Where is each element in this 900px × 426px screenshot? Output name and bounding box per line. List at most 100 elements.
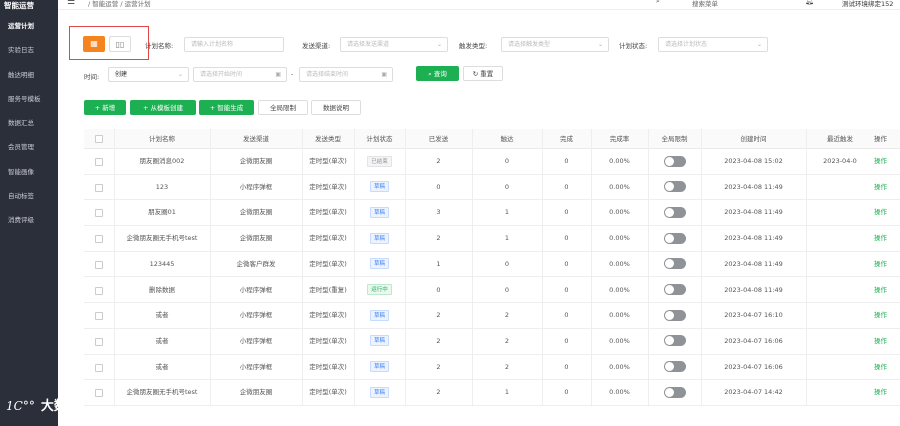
select-all-checkbox[interactable]: [95, 135, 103, 143]
end-time-input[interactable]: 请选择结束时间 ▣: [299, 67, 393, 82]
column-header: 发送类型: [315, 135, 341, 143]
global-limit-toggle[interactable]: [663, 361, 686, 373]
reset-button-label: 重置: [480, 70, 494, 78]
table-row[interactable]: 或者 小程序弹框 定时型(单次) 草稿 2 2 0 0.00% 2023-04-07 16:10…: [84, 303, 900, 329]
global-limit-toggle[interactable]: [663, 284, 686, 295]
operation-link[interactable]: 操作: [874, 183, 887, 191]
operation-link[interactable]: 操作: [874, 286, 887, 294]
operation-link[interactable]: 操作: [874, 311, 887, 319]
plan-name-input[interactable]: 请输入计划名称: [184, 37, 284, 52]
calendar-icon: ▣: [381, 71, 387, 78]
channel-cell: 小程序弹框: [239, 285, 273, 294]
row-checkbox[interactable]: [95, 183, 103, 192]
channel-cell: 小程序弹框: [239, 336, 273, 345]
table-row[interactable]: 企微朋友圈无手机号test 企微朋友圈 定时型(单次) 草稿 2 1 0 0.00% 2023-…: [84, 380, 900, 406]
rate-cell: 0.00%: [609, 259, 630, 268]
sidebar-item[interactable]: 消费评级: [0, 208, 58, 232]
global-limit-toggle[interactable]: [663, 258, 686, 270]
time-type-select[interactable]: 创建 ⌄: [108, 67, 189, 82]
card-view-button[interactable]: ▯▯: [109, 36, 131, 52]
reach-cell: 0: [504, 259, 510, 268]
sidebar-item[interactable]: 触达明细: [0, 63, 58, 87]
sidebar-item[interactable]: 数据汇总: [0, 111, 58, 135]
sidebar-item[interactable]: 实验日志: [0, 38, 58, 62]
query-button[interactable]: ⌕ 查询: [416, 66, 459, 81]
operation-link[interactable]: 操作: [874, 208, 887, 216]
column-divider: [591, 129, 592, 406]
column-header: 已发送: [428, 135, 449, 143]
table-view-button[interactable]: ▦: [83, 36, 105, 52]
channel-select[interactable]: 请选择发送渠道 ⌄: [340, 37, 448, 52]
row-checkbox[interactable]: [95, 260, 103, 269]
sidebar-item[interactable]: 自动标签: [0, 184, 58, 208]
time-range-separator: -: [291, 70, 294, 78]
done-cell: 0: [564, 208, 569, 217]
rate-cell: 0.00%: [609, 285, 630, 294]
table-row[interactable]: 朋友圈消息002 企微朋友圈 定时型(单次) 已结束 2 0 0 0.00% 2023-04-0…: [84, 149, 900, 175]
start-time-input[interactable]: 请选择开始时间 ▣: [193, 67, 287, 82]
global-limit-toggle[interactable]: [663, 206, 686, 218]
table-row[interactable]: 企微朋友圈无手机号test 企微朋友圈 定时型(单次) 草稿 2 1 0 0.00% 2023-…: [84, 226, 900, 252]
operation-link[interactable]: 操作: [874, 337, 887, 345]
table-row[interactable]: 朋友圈01 企微朋友圈 定时型(单次) 草稿 3 1 0 0.00% 2023-04-08 11…: [84, 200, 900, 227]
operation-link[interactable]: 操作: [874, 363, 887, 371]
operation-link[interactable]: 操作: [874, 388, 887, 396]
chevron-down-icon: ⌄: [756, 41, 762, 48]
search-icon[interactable]: ⌕: [656, 0, 660, 6]
channel-cell: 企微朋友圈: [239, 234, 273, 243]
reach-cell: 0: [504, 285, 510, 294]
row-checkbox[interactable]: [95, 337, 103, 346]
table-row[interactable]: 或者 小程序弹框 定时型(单次) 草稿 2 2 0 0.00% 2023-04-07 16:06…: [84, 355, 900, 381]
sidebar-item[interactable]: 运营计划: [0, 14, 58, 38]
global-limit-toggle[interactable]: [663, 232, 686, 244]
table-row[interactable]: 删除数据 小程序弹框 定时型(重复) 运行中 0 0 0 0.00% 2023-04-08 11…: [84, 278, 900, 304]
menu-fold-icon[interactable]: ☰: [67, 0, 75, 7]
plan-status-placeholder: 请选择计划状态: [665, 41, 708, 48]
data-explain-button[interactable]: 数据说明: [311, 100, 361, 115]
created-cell: 2023-04-08 15:02: [724, 157, 783, 165]
plan-status-select[interactable]: 请选择计划状态 ⌄: [658, 37, 768, 52]
table-row[interactable]: 或者 小程序弹框 定时型(单次) 草稿 2 2 0 0.00% 2023-04-07 16:06…: [84, 329, 900, 355]
reset-button[interactable]: ↻ 重置: [463, 66, 503, 81]
row-checkbox[interactable]: [95, 158, 103, 166]
global-limit-toggle[interactable]: [663, 309, 686, 321]
user-account[interactable]: 测试环境绑定152: [842, 0, 893, 8]
type-cell: 定时型(单次): [309, 208, 347, 217]
sent-cell: 1: [436, 259, 441, 268]
column-divider: [648, 129, 649, 406]
global-limit-cell: [648, 355, 701, 380]
global-limit-toggle[interactable]: [663, 335, 686, 347]
add-button[interactable]: + 新增: [84, 100, 126, 115]
sidebar-item[interactable]: 会员管理: [0, 135, 58, 159]
row-checkbox[interactable]: [95, 209, 103, 218]
global-limit-toggle[interactable]: [663, 181, 686, 193]
global-limit-button[interactable]: 全局限制: [258, 100, 308, 115]
channel-placeholder: 请选择发送渠道: [347, 41, 390, 48]
row-checkbox[interactable]: [95, 389, 103, 398]
menu-search[interactable]: 搜索菜单: [692, 0, 718, 8]
table-row[interactable]: 123 小程序弹框 定时型(单次) 草稿 0 0 0 0.00% 2023-04-08 11:4…: [84, 175, 900, 201]
column-header: 操作: [874, 135, 887, 143]
bell-icon[interactable]: 🔔︎: [805, 0, 814, 5]
created-cell: 2023-04-08 11:49: [724, 234, 783, 243]
table-row[interactable]: 123445 企微客户群发 定时型(单次) 草稿 1 0 0 0.00% 2023-04-08 …: [84, 252, 900, 278]
created-cell: 2023-04-07 16:06: [724, 362, 783, 371]
operation-link[interactable]: 操作: [874, 157, 887, 165]
row-checkbox[interactable]: [95, 286, 103, 295]
sidebar-item[interactable]: 智能画像: [0, 160, 58, 184]
global-limit-cell: [648, 329, 701, 354]
smart-generate-button[interactable]: + 智能生成: [199, 100, 254, 115]
row-checkbox[interactable]: [95, 363, 103, 372]
from-template-button[interactable]: + 从模板创建: [130, 100, 196, 115]
sidebar-item[interactable]: 服务号模板: [0, 87, 58, 111]
row-checkbox[interactable]: [95, 235, 103, 244]
from-template-button-label: 从模板创建: [150, 104, 184, 112]
global-limit-toggle[interactable]: [663, 386, 686, 398]
trigger-type-select[interactable]: 请选择触发类型 ⌄: [501, 37, 609, 52]
operation-link[interactable]: 操作: [874, 260, 887, 268]
name-cell: 企微朋友圈无手机号test: [126, 234, 198, 243]
sent-cell: 2: [436, 336, 441, 345]
operation-link[interactable]: 操作: [874, 234, 887, 242]
global-limit-toggle[interactable]: [663, 155, 686, 167]
row-checkbox[interactable]: [95, 312, 103, 321]
